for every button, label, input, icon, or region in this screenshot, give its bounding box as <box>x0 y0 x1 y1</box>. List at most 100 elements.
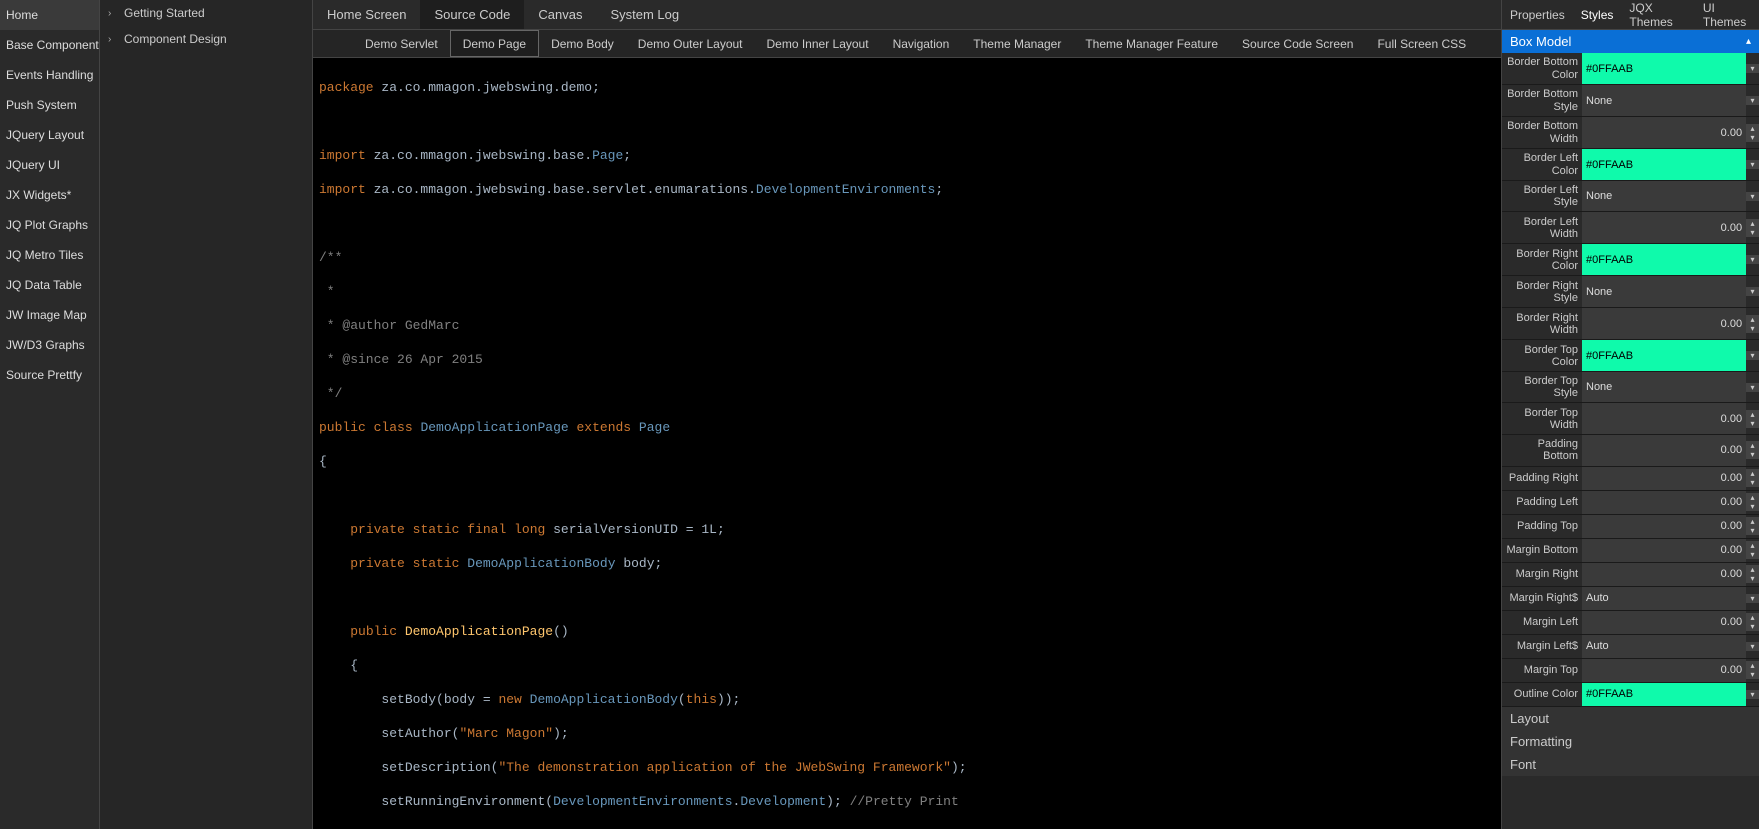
chevron-down-icon[interactable]: ▾ <box>1751 670 1755 679</box>
nav-source-prettfy[interactable]: Source Prettfy <box>0 360 99 390</box>
spinner[interactable]: ▴▾ <box>1746 410 1759 428</box>
spinner[interactable]: ▴▾ <box>1746 613 1759 631</box>
chevron-up-icon[interactable]: ▴ <box>1751 469 1755 478</box>
nav-events-handling[interactable]: Events Handling <box>0 60 99 90</box>
chevron-up-icon[interactable]: ▴ <box>1751 541 1755 550</box>
nav-home[interactable]: Home <box>0 0 99 30</box>
spinner[interactable]: ▴▾ <box>1746 219 1759 237</box>
tree-component-design[interactable]: › Component Design <box>100 26 312 52</box>
border-top-style-input[interactable] <box>1582 372 1746 402</box>
chevron-down-icon[interactable]: ▾ <box>1751 550 1755 559</box>
rtab-jqx-themes[interactable]: JQX Themes <box>1621 0 1694 29</box>
tab-system-log[interactable]: System Log <box>596 0 693 29</box>
dropdown-icon[interactable]: ▾ <box>1746 255 1759 264</box>
padding-bottom-input[interactable] <box>1582 435 1746 465</box>
spinner[interactable]: ▴▾ <box>1746 441 1759 459</box>
border-right-width-input[interactable] <box>1582 308 1746 339</box>
chevron-down-icon[interactable]: ▾ <box>1751 622 1755 631</box>
border-bottom-width-input[interactable] <box>1582 117 1746 148</box>
subtab-demo-outer[interactable]: Demo Outer Layout <box>626 30 755 57</box>
nav-jquery-layout[interactable]: JQuery Layout <box>0 120 99 150</box>
rtab-ui-themes[interactable]: UI Themes <box>1695 0 1759 29</box>
chevron-down-icon[interactable]: ▾ <box>1751 228 1755 237</box>
margin-top-input[interactable] <box>1582 659 1746 682</box>
chevron-up-icon[interactable]: ▴ <box>1751 493 1755 502</box>
padding-top-input[interactable] <box>1582 515 1746 538</box>
spinner[interactable]: ▴▾ <box>1746 661 1759 679</box>
dropdown-icon[interactable]: ▾ <box>1746 351 1759 360</box>
chevron-down-icon[interactable]: ▾ <box>1751 419 1755 428</box>
chevron-up-icon[interactable]: ▴ <box>1751 315 1755 324</box>
margin-left-s-input[interactable] <box>1582 635 1746 658</box>
border-right-color-input[interactable] <box>1582 244 1746 275</box>
tab-source-code[interactable]: Source Code <box>420 0 524 29</box>
outline-color-input[interactable] <box>1582 683 1746 706</box>
dropdown-icon[interactable]: ▾ <box>1746 192 1759 201</box>
nav-jq-datatable[interactable]: JQ Data Table <box>0 270 99 300</box>
chevron-up-icon[interactable]: ▴ <box>1751 410 1755 419</box>
border-right-style-input[interactable] <box>1582 276 1746 307</box>
padding-right-input[interactable] <box>1582 467 1746 490</box>
chevron-up-icon[interactable]: ▴ <box>1751 124 1755 133</box>
chevron-down-icon[interactable]: ▾ <box>1751 526 1755 535</box>
chevron-down-icon[interactable]: ▾ <box>1751 133 1755 142</box>
chevron-up-icon[interactable]: ▴ <box>1751 441 1755 450</box>
dropdown-icon[interactable]: ▾ <box>1746 642 1759 651</box>
dropdown-icon[interactable]: ▾ <box>1746 383 1759 392</box>
spinner[interactable]: ▴▾ <box>1746 315 1759 333</box>
tree-getting-started[interactable]: › Getting Started <box>100 0 312 26</box>
dropdown-icon[interactable]: ▾ <box>1746 594 1759 603</box>
dropdown-icon[interactable]: ▾ <box>1746 160 1759 169</box>
chevron-down-icon[interactable]: ▾ <box>1751 450 1755 459</box>
section-font[interactable]: Font <box>1502 753 1759 776</box>
subtab-theme-manager-feature[interactable]: Theme Manager Feature <box>1073 30 1230 57</box>
border-top-color-input[interactable] <box>1582 340 1746 371</box>
border-bottom-style-input[interactable] <box>1582 85 1746 116</box>
section-layout[interactable]: Layout <box>1502 707 1759 730</box>
chevron-down-icon[interactable]: ▾ <box>1751 478 1755 487</box>
border-left-color-input[interactable] <box>1582 149 1746 180</box>
chevron-down-icon[interactable]: ▾ <box>1751 502 1755 511</box>
subtab-demo-inner[interactable]: Demo Inner Layout <box>755 30 881 57</box>
spinner[interactable]: ▴▾ <box>1746 517 1759 535</box>
spinner[interactable]: ▴▾ <box>1746 565 1759 583</box>
margin-left-input[interactable] <box>1582 611 1746 634</box>
spinner[interactable]: ▴▾ <box>1746 541 1759 559</box>
chevron-up-icon[interactable]: ▴ <box>1751 661 1755 670</box>
chevron-up-icon[interactable]: ▴ <box>1751 565 1755 574</box>
chevron-up-icon[interactable]: ▴ <box>1751 613 1755 622</box>
spinner[interactable]: ▴▾ <box>1746 493 1759 511</box>
border-bottom-color-input[interactable] <box>1582 53 1746 84</box>
border-left-width-input[interactable] <box>1582 212 1746 243</box>
subtab-demo-body[interactable]: Demo Body <box>539 30 626 57</box>
dropdown-icon[interactable]: ▾ <box>1746 96 1759 105</box>
nav-jquery-ui[interactable]: JQuery UI <box>0 150 99 180</box>
subtab-navigation[interactable]: Navigation <box>881 30 962 57</box>
margin-right-input[interactable] <box>1582 563 1746 586</box>
dropdown-icon[interactable]: ▾ <box>1746 64 1759 73</box>
nav-jq-plot[interactable]: JQ Plot Graphs <box>0 210 99 240</box>
rtab-styles[interactable]: Styles <box>1573 0 1622 29</box>
section-formatting[interactable]: Formatting <box>1502 730 1759 753</box>
nav-base-components[interactable]: Base Components <box>0 30 99 60</box>
section-box-model[interactable]: Box Model ▴ <box>1502 30 1759 53</box>
nav-jw-imagemap[interactable]: JW Image Map <box>0 300 99 330</box>
subtab-demo-servlet[interactable]: Demo Servlet <box>353 30 450 57</box>
nav-push-system[interactable]: Push System <box>0 90 99 120</box>
tab-canvas[interactable]: Canvas <box>524 0 596 29</box>
subtab-source-code-screen[interactable]: Source Code Screen <box>1230 30 1365 57</box>
chevron-down-icon[interactable]: ▾ <box>1751 324 1755 333</box>
tab-home-screen[interactable]: Home Screen <box>313 0 420 29</box>
border-left-style-input[interactable] <box>1582 181 1746 211</box>
chevron-down-icon[interactable]: ▾ <box>1751 574 1755 583</box>
code-editor[interactable]: package za.co.mmagon.jwebswing.demo; imp… <box>313 58 1501 829</box>
rtab-properties[interactable]: Properties <box>1502 0 1573 29</box>
subtab-full-screen-css[interactable]: Full Screen CSS <box>1365 30 1478 57</box>
border-top-width-input[interactable] <box>1582 403 1746 434</box>
chevron-up-icon[interactable]: ▴ <box>1751 517 1755 526</box>
margin-right-s-input[interactable] <box>1582 587 1746 610</box>
nav-jw-d3[interactable]: JW/D3 Graphs <box>0 330 99 360</box>
subtab-theme-manager[interactable]: Theme Manager <box>961 30 1073 57</box>
nav-jq-metro[interactable]: JQ Metro Tiles <box>0 240 99 270</box>
spinner[interactable]: ▴▾ <box>1746 469 1759 487</box>
